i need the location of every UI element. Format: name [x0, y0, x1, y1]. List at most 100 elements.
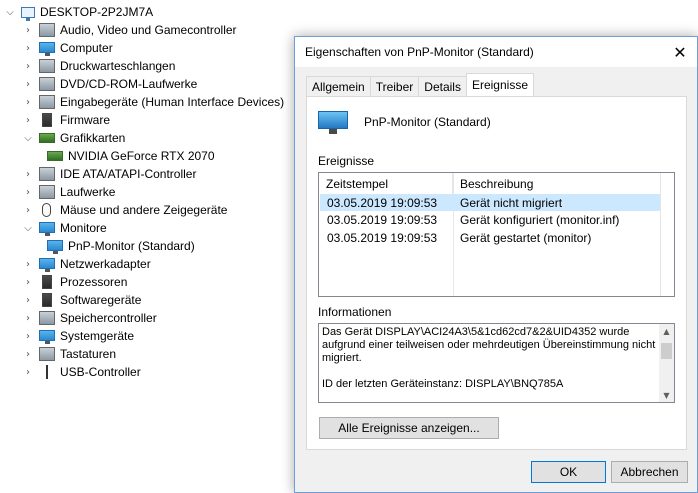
tree-item-label: DVD/CD-ROM-Laufwerke — [60, 77, 198, 91]
info-textbox[interactable]: Das Gerät DISPLAY\ACI24A3\5&1cd62cd7&2&U… — [318, 323, 675, 403]
properties-dialog: Eigenschaften von PnP-Monitor (Standard)… — [294, 36, 698, 493]
event-timestamp: 03.05.2019 19:09:53 — [327, 195, 438, 210]
chevron-right-icon[interactable]: › — [22, 78, 34, 90]
tab-strip: Allgemein Treiber Details Ereignisse — [306, 73, 534, 96]
column-header-timestamp[interactable]: Zeitstempel — [319, 173, 453, 195]
disk-drive-icon — [39, 185, 55, 199]
info-text: Das Gerät DISPLAY\ACI24A3\5&1cd62cd7&2&U… — [322, 326, 657, 391]
chevron-down-icon[interactable]: ⌵ — [4, 6, 16, 18]
close-icon[interactable]: ✕ — [663, 37, 697, 67]
tree-item[interactable]: › Mäuse und andere Zeigegeräte — [22, 201, 227, 219]
info-scrollbar[interactable]: ▲ ▼ — [659, 324, 674, 402]
tree-item-label: Systemgeräte — [60, 329, 135, 343]
computer-icon — [39, 41, 55, 56]
event-row[interactable]: 03.05.2019 19:09:53 Gerät konfiguriert (… — [320, 211, 661, 228]
chevron-right-icon[interactable]: › — [22, 60, 34, 72]
events-list[interactable]: Zeitstempel Beschreibung 03.05.2019 19:0… — [318, 172, 675, 297]
chevron-right-icon[interactable]: › — [22, 96, 34, 108]
chevron-right-icon[interactable]: › — [22, 348, 34, 360]
computer-icon — [21, 6, 35, 21]
event-row[interactable]: 03.05.2019 19:09:53 Gerät gestartet (mon… — [320, 229, 661, 246]
chevron-right-icon[interactable]: › — [22, 366, 34, 378]
chevron-right-icon[interactable]: › — [22, 186, 34, 198]
scroll-down-icon[interactable]: ▼ — [659, 388, 674, 402]
tree-item-label: Laufwerke — [60, 185, 116, 199]
device-tree: ⌵ DESKTOP-2P2JM7A › Audio, Video und Game… — [0, 0, 300, 493]
chevron-right-icon[interactable]: › — [22, 258, 34, 270]
device-header: PnP-Monitor (Standard) — [318, 111, 491, 134]
system-device-icon — [39, 329, 55, 344]
chevron-right-icon[interactable]: › — [22, 330, 34, 342]
tree-item[interactable]: › Speichercontroller — [22, 309, 157, 327]
event-timestamp: 03.05.2019 19:09:53 — [327, 212, 438, 227]
tree-root[interactable]: ⌵ DESKTOP-2P2JM7A — [4, 3, 153, 21]
event-row[interactable]: 03.05.2019 19:09:53 Gerät nicht migriert — [320, 194, 661, 211]
chevron-right-icon[interactable]: › — [22, 276, 34, 288]
tree-item[interactable]: › IDE ATA/ATAPI-Controller — [22, 165, 196, 183]
info-label: Informationen — [318, 305, 392, 319]
tree-item[interactable]: › Firmware — [22, 111, 110, 129]
tree-item-label: Computer — [60, 41, 113, 55]
tree-item-label: USB-Controller — [60, 365, 141, 379]
tree-item[interactable]: › USB-Controller — [22, 363, 141, 381]
tree-item[interactable]: › Laufwerke — [22, 183, 115, 201]
event-timestamp: 03.05.2019 19:09:53 — [327, 230, 438, 245]
tree-item-label: IDE ATA/ATAPI-Controller — [60, 167, 197, 181]
chevron-right-icon[interactable]: › — [22, 204, 34, 216]
tab-ereignisse[interactable]: Ereignisse — [465, 73, 534, 96]
dialog-title: Eigenschaften von PnP-Monitor (Standard) — [305, 45, 534, 59]
tree-item-label: Monitore — [60, 221, 107, 235]
tree-item-label: Druckwarteschlangen — [60, 59, 176, 73]
chevron-right-icon[interactable]: › — [22, 42, 34, 54]
show-all-events-button[interactable]: Alle Ereignisse anzeigen... — [319, 417, 499, 439]
tree-item[interactable]: › Audio, Video und Gamecontroller — [22, 21, 237, 39]
chevron-right-icon[interactable]: › — [22, 312, 34, 324]
chevron-right-icon[interactable]: › — [22, 168, 34, 180]
info-text-message: Das Gerät DISPLAY\ACI24A3\5&1cd62cd7&2&U… — [322, 326, 656, 364]
processor-icon — [42, 275, 52, 289]
monitor-icon — [47, 239, 63, 254]
software-device-icon — [42, 293, 52, 307]
tree-item-label: Speichercontroller — [60, 311, 157, 325]
tree-item-label: Grafikkarten — [60, 131, 126, 145]
printer-icon — [39, 59, 55, 73]
tree-item[interactable]: ⌵ Monitore — [22, 219, 107, 237]
tree-item-label: Tastaturen — [60, 347, 117, 361]
tree-item[interactable]: › Tastaturen — [22, 345, 116, 363]
tree-item[interactable]: › Prozessoren — [22, 273, 127, 291]
chevron-right-icon[interactable]: › — [22, 24, 34, 36]
tree-item[interactable]: › DVD/CD-ROM-Laufwerke — [22, 75, 197, 93]
tree-item[interactable]: PnP-Monitor (Standard) — [42, 237, 195, 255]
event-description: Gerät konfiguriert (monitor.inf) — [460, 212, 620, 227]
tree-item[interactable]: › Netzwerkadapter — [22, 255, 151, 273]
tree-item-label: Mäuse und andere Zeigegeräte — [60, 203, 228, 217]
column-header-description[interactable]: Beschreibung — [453, 173, 662, 195]
ide-controller-icon — [39, 167, 55, 181]
tree-item[interactable]: › Systemgeräte — [22, 327, 134, 345]
scroll-thumb[interactable] — [661, 343, 672, 359]
tab-allgemein[interactable]: Allgemein — [306, 76, 371, 96]
tab-treiber[interactable]: Treiber — [369, 76, 420, 96]
tree-item[interactable]: › Softwaregeräte — [22, 291, 141, 309]
tree-item[interactable]: NVIDIA GeForce RTX 2070 — [42, 147, 215, 165]
cancel-button[interactable]: Abbrechen — [611, 461, 688, 483]
dialog-titlebar[interactable]: Eigenschaften von PnP-Monitor (Standard)… — [295, 37, 697, 67]
graphics-card-icon — [47, 151, 63, 161]
chevron-down-icon[interactable]: ⌵ — [22, 222, 34, 234]
ok-button[interactable]: OK — [531, 461, 606, 483]
tree-item[interactable]: › Computer — [22, 39, 113, 57]
scroll-up-icon[interactable]: ▲ — [659, 324, 674, 338]
tab-details[interactable]: Details — [418, 76, 467, 96]
tree-item[interactable]: › Eingabegeräte (Human Interface Devices) — [22, 93, 284, 111]
events-scrollbar[interactable] — [660, 173, 674, 296]
device-name: PnP-Monitor (Standard) — [364, 115, 491, 129]
tree-item-label: Eingabegeräte (Human Interface Devices) — [60, 95, 285, 109]
tree-item[interactable]: ⌵ Grafikkarten — [22, 129, 125, 147]
tree-item[interactable]: › Druckwarteschlangen — [22, 57, 175, 75]
event-description: Gerät nicht migriert — [460, 195, 563, 210]
chevron-right-icon[interactable]: › — [22, 294, 34, 306]
network-adapter-icon — [39, 257, 55, 272]
tree-item-label: Firmware — [60, 113, 110, 127]
chevron-down-icon[interactable]: ⌵ — [22, 132, 34, 144]
chevron-right-icon[interactable]: › — [22, 114, 34, 126]
